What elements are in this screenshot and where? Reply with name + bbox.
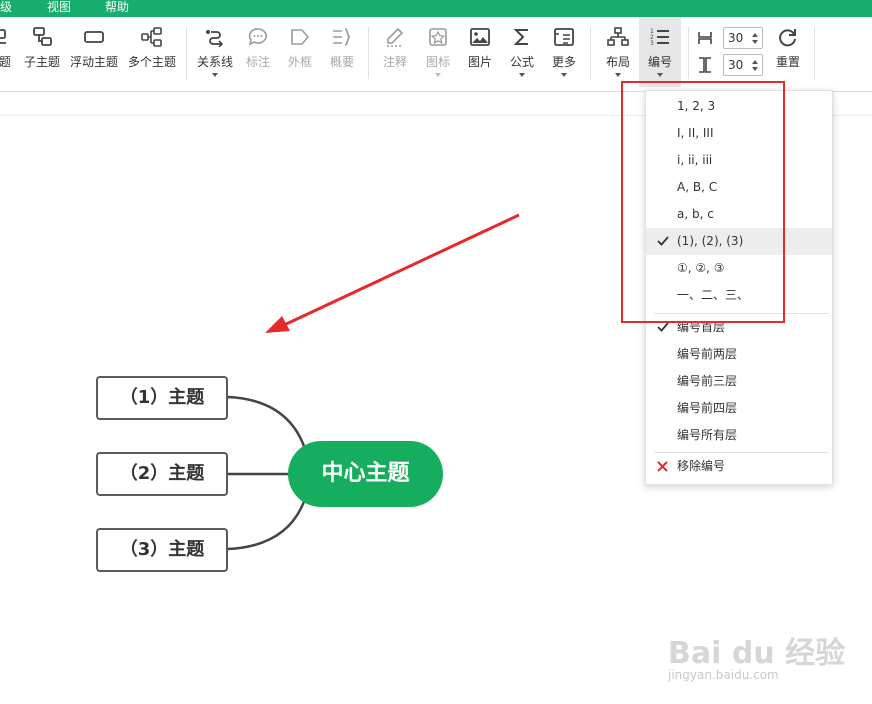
mindmap-app: 级 视图 帮助 题 子主题 浮动主题 多个主题 关系线 标注 外框 概要 注释 … [0, 0, 872, 704]
numbering-level-option[interactable]: 编号前两层 [646, 341, 832, 368]
numbering-format-option[interactable]: 1, 2, 3 [646, 93, 832, 120]
numbering-format-option[interactable]: I, II, III [646, 120, 832, 147]
check-icon [657, 236, 669, 246]
numbering-level-option-selected[interactable]: 编号首层 [646, 314, 832, 341]
close-icon [657, 461, 668, 472]
central-topic[interactable]: 中心主题 [288, 441, 443, 507]
numbering-format-option[interactable]: 一、二、三、 [646, 282, 832, 309]
check-icon [657, 322, 669, 332]
numbering-level-option[interactable]: 编号前四层 [646, 395, 832, 422]
numbering-level-option[interactable]: 编号所有层 [646, 422, 832, 449]
numbering-level-option[interactable]: 编号前三层 [646, 368, 832, 395]
numbering-format-option[interactable]: A, B, C [646, 174, 832, 201]
watermark-brand: Bai du 经验 [668, 636, 846, 671]
selected-level-label: 编号首层 [677, 320, 726, 334]
numbering-format-option[interactable]: i, ii, iii [646, 147, 832, 174]
connector-line [227, 395, 308, 453]
remove-numbering-label: 移除编号 [677, 459, 726, 473]
numbering-format-option[interactable]: ①, ②, ③ [646, 255, 832, 282]
remove-numbering-option[interactable]: 移除编号 [646, 453, 832, 480]
connector-line [227, 495, 308, 551]
numbering-format-option[interactable]: a, b, c [646, 201, 832, 228]
watermark-url: jingyan.baidu.com [668, 668, 779, 682]
subtopic-1[interactable]: （1）主题 [96, 376, 228, 420]
numbering-format-option-selected[interactable]: (1), (2), (3) [646, 228, 832, 255]
annotation-arrow [265, 213, 520, 333]
watermark: Bai du 经验 jingyan.baidu.com [666, 608, 845, 688]
subtopic-3[interactable]: （3）主题 [96, 528, 228, 572]
selected-format-label: (1), (2), (3) [677, 234, 744, 248]
subtopic-2[interactable]: （2）主题 [96, 452, 228, 496]
numbering-dropdown-menu: 1, 2, 3 I, II, III i, ii, iii A, B, C a,… [645, 90, 833, 485]
